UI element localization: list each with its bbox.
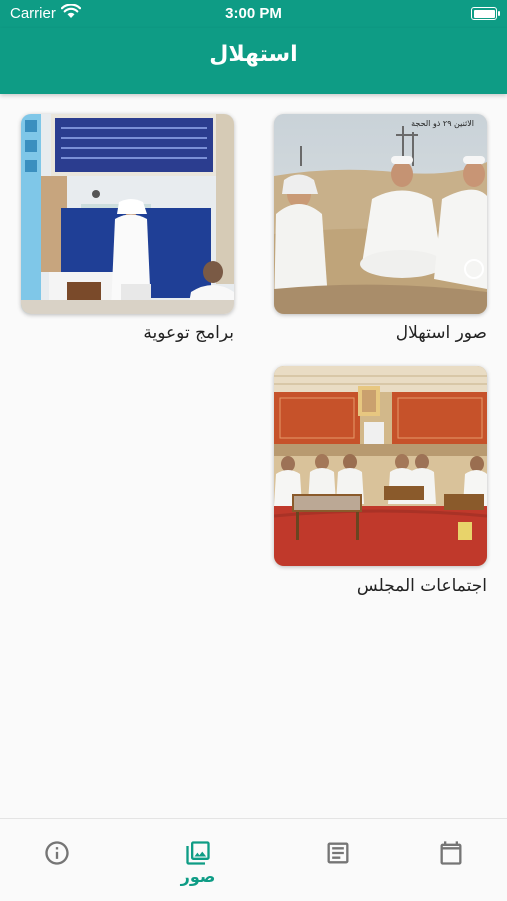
app-bar: استهلال — [0, 28, 507, 94]
tab-info[interactable] — [17, 819, 97, 901]
tab-photos[interactable]: صور — [158, 819, 238, 901]
council-meeting-photo — [274, 366, 487, 566]
album-title: برامج توعوية — [143, 323, 234, 343]
info-icon — [45, 841, 69, 865]
mosque-lecture-photo — [21, 114, 234, 314]
status-bar: Carrier 3:00 PM — [0, 0, 507, 28]
bottom-tab-bar: صور — [0, 818, 507, 901]
status-time: 3:00 PM — [225, 5, 282, 22]
album-thumbnail[interactable] — [274, 366, 487, 566]
battery-icon — [471, 7, 500, 20]
album-thumbnail[interactable]: الاثنين ٢٩ ذو الحجة — [274, 114, 487, 314]
calendar-icon — [440, 841, 462, 865]
tab-photos-label: صور — [180, 867, 216, 886]
photo-caption: الاثنين ٢٩ ذو الحجة — [411, 119, 474, 128]
desert-gathering-photo: الاثنين ٢٩ ذو الحجة — [274, 114, 487, 314]
tab-articles[interactable] — [298, 819, 378, 901]
page-title: استهلال — [209, 42, 298, 67]
album-thumbnail[interactable] — [21, 114, 234, 314]
tab-calendar[interactable] — [411, 819, 491, 901]
photo-library-icon — [186, 841, 210, 865]
article-icon — [327, 842, 349, 864]
album-title: اجتماعات المجلس — [356, 576, 487, 596]
album-title: صور استهلال — [395, 323, 487, 343]
